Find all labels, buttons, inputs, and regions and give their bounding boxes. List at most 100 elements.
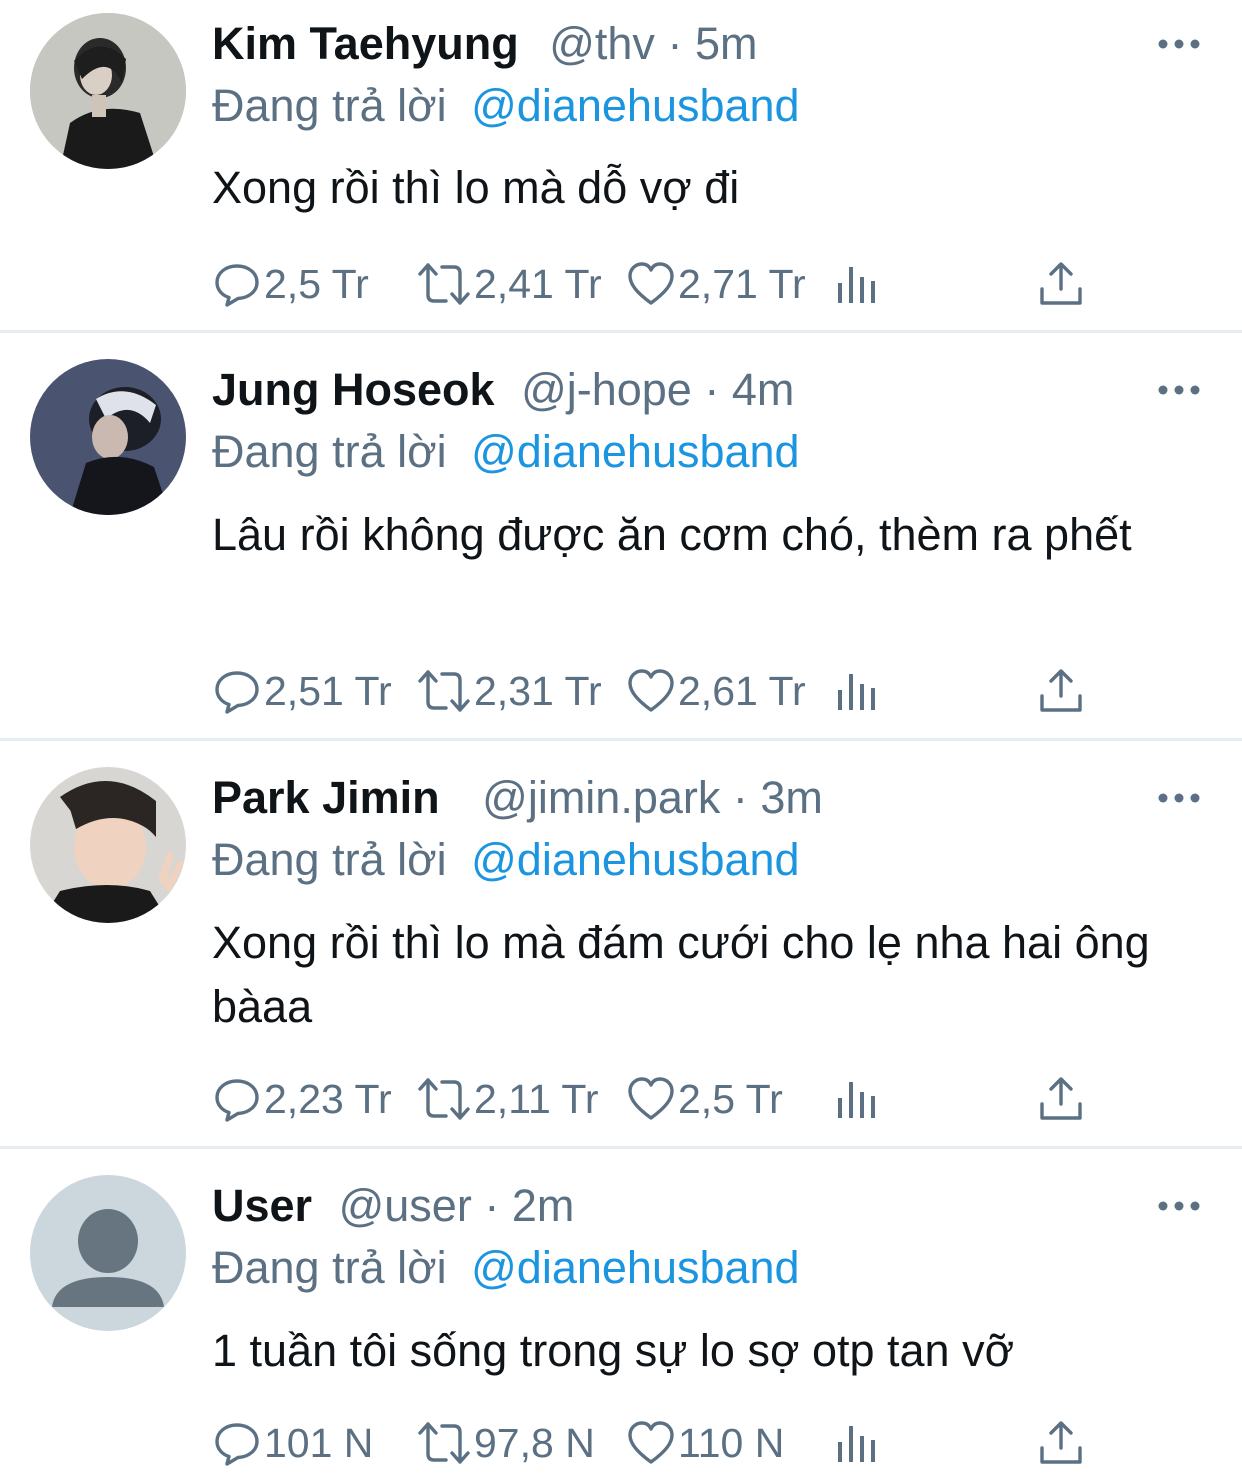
- tweet-header: Kim Taehyung @thv · 5m: [212, 14, 757, 74]
- mention-link[interactable]: @dianehusband: [471, 1242, 799, 1293]
- reply-button[interactable]: 101 N: [212, 1415, 373, 1471]
- share-icon: [1040, 1077, 1082, 1120]
- more-button[interactable]: [1155, 788, 1203, 808]
- retweet-icon: [418, 263, 470, 305]
- like-button[interactable]: 2,61 Tr: [626, 663, 806, 719]
- share-icon: [1040, 1421, 1082, 1464]
- separator-dot: ·: [704, 364, 720, 415]
- tweet-text: Lâu rồi không được ăn cơm chó, thèm ra p…: [212, 509, 1132, 560]
- share-button[interactable]: [1038, 1071, 1084, 1127]
- tweet-header: Park Jimin @jimin.park · 3m: [212, 768, 823, 828]
- share-button[interactable]: [1038, 663, 1084, 719]
- display-name[interactable]: Park Jimin: [212, 772, 440, 823]
- reply-icon: [215, 1079, 259, 1122]
- avatar[interactable]: [30, 1175, 186, 1331]
- avatar-photo: [30, 13, 186, 169]
- reply-count: 2,23 Tr: [264, 1075, 392, 1122]
- display-name[interactable]: User: [212, 1180, 312, 1231]
- user-handle[interactable]: @jimin.park: [482, 772, 720, 823]
- replying-to-label: Đang trả lời: [212, 834, 447, 885]
- retweet-count: 2,31 Tr: [474, 667, 602, 714]
- avatar[interactable]: [30, 13, 186, 169]
- reply-icon: [215, 264, 259, 307]
- display-name[interactable]: Jung Hoseok: [212, 364, 495, 415]
- reply-count: 2,5 Tr: [264, 260, 369, 307]
- analytics-icon: [838, 267, 875, 303]
- share-icon: [1040, 669, 1082, 712]
- more-icon: [1158, 793, 1200, 803]
- replying-to: Đang trả lời @dianehusband: [212, 422, 800, 482]
- tweet-header: Jung Hoseok @j-hope · 4m: [212, 360, 794, 420]
- replying-to: Đang trả lời @dianehusband: [212, 76, 800, 136]
- reply-icon: [215, 1423, 259, 1466]
- tweet-text: 1 tuần tôi sống trong sự lo sợ otp tan v…: [212, 1325, 1015, 1376]
- retweet-icon: [418, 670, 470, 712]
- avatar[interactable]: [30, 767, 186, 923]
- share-button[interactable]: [1038, 256, 1084, 312]
- analytics-button[interactable]: [834, 1415, 878, 1471]
- timestamp[interactable]: 4m: [732, 364, 795, 415]
- tweet-text: Xong rồi thì lo mà đám cưới cho lẹ nha h…: [212, 917, 1150, 1032]
- share-button[interactable]: [1038, 1415, 1084, 1471]
- retweet-button[interactable]: 2,31 Tr: [416, 663, 602, 719]
- analytics-button[interactable]: [834, 663, 878, 719]
- like-button[interactable]: 110 N: [626, 1415, 784, 1471]
- more-icon: [1158, 39, 1200, 49]
- reply-button[interactable]: 2,5 Tr: [212, 256, 369, 312]
- user-handle[interactable]: @thv: [549, 18, 655, 69]
- retweet-count: 2,11 Tr: [474, 1075, 599, 1122]
- mention-link[interactable]: @dianehusband: [471, 834, 799, 885]
- like-button[interactable]: 2,71 Tr: [626, 256, 806, 312]
- more-button[interactable]: [1155, 380, 1203, 400]
- timestamp[interactable]: 5m: [695, 18, 758, 69]
- retweet-button[interactable]: 97,8 N: [416, 1415, 595, 1471]
- timestamp[interactable]: 2m: [512, 1180, 575, 1231]
- replying-to-label: Đang trả lời: [212, 1242, 447, 1293]
- like-count: 2,5 Tr: [678, 1075, 783, 1122]
- heart-icon: [628, 669, 674, 712]
- tweet[interactable]: Kim Taehyung @thv · 5m Đang trả lời @dia…: [0, 0, 1242, 330]
- more-icon: [1158, 1201, 1200, 1211]
- like-count: 2,71 Tr: [678, 260, 806, 307]
- separator-dot: ·: [732, 772, 748, 823]
- tweet-actions: 101 N 97,8 N 110 N: [212, 1415, 1112, 1471]
- tweet[interactable]: Park Jimin @jimin.park · 3m Đang trả lời…: [0, 741, 1242, 1145]
- retweet-button[interactable]: 2,41 Tr: [416, 256, 602, 312]
- analytics-button[interactable]: [834, 256, 878, 312]
- more-button[interactable]: [1155, 1196, 1203, 1216]
- reply-count: 101 N: [264, 1419, 374, 1466]
- user-handle[interactable]: @j-hope: [521, 364, 692, 415]
- timestamp[interactable]: 3m: [760, 772, 823, 823]
- heart-icon: [628, 1077, 674, 1120]
- replying-to-label: Đang trả lời: [212, 80, 447, 131]
- more-button[interactable]: [1155, 34, 1203, 54]
- avatar[interactable]: [30, 359, 186, 515]
- retweet-count: 97,8 N: [474, 1419, 595, 1466]
- replying-to: Đang trả lời @dianehusband: [212, 1238, 800, 1298]
- mention-link[interactable]: @dianehusband: [471, 426, 799, 477]
- analytics-icon: [838, 1082, 875, 1118]
- tweet[interactable]: User @user · 2m Đang trả lời @dianehusba…: [0, 1149, 1242, 1481]
- like-button[interactable]: 2,5 Tr: [626, 1071, 783, 1127]
- display-name[interactable]: Kim Taehyung: [212, 18, 519, 69]
- replying-to: Đang trả lời @dianehusband: [212, 830, 800, 890]
- avatar-photo: [30, 767, 186, 923]
- default-profile-icon: [30, 1175, 186, 1331]
- reply-icon: [215, 671, 259, 714]
- heart-icon: [628, 1421, 674, 1464]
- tweet[interactable]: Jung Hoseok @j-hope · 4m Đang trả lời @d…: [0, 333, 1242, 737]
- user-handle[interactable]: @user: [339, 1180, 472, 1231]
- retweet-count: 2,41 Tr: [474, 260, 602, 307]
- separator-dot: ·: [484, 1180, 500, 1231]
- retweet-button[interactable]: 2,11 Tr: [416, 1071, 599, 1127]
- analytics-button[interactable]: [834, 1071, 878, 1127]
- share-icon: [1040, 262, 1082, 305]
- reply-count: 2,51 Tr: [264, 667, 392, 714]
- tweet-actions: 2,51 Tr 2,31 Tr 2,61 Tr: [212, 663, 1112, 719]
- mention-link[interactable]: @dianehusband: [471, 80, 799, 131]
- retweet-icon: [418, 1422, 470, 1464]
- reply-button[interactable]: 2,23 Tr: [212, 1071, 392, 1127]
- reply-button[interactable]: 2,51 Tr: [212, 663, 392, 719]
- separator-dot: ·: [667, 18, 683, 69]
- more-icon: [1158, 385, 1200, 395]
